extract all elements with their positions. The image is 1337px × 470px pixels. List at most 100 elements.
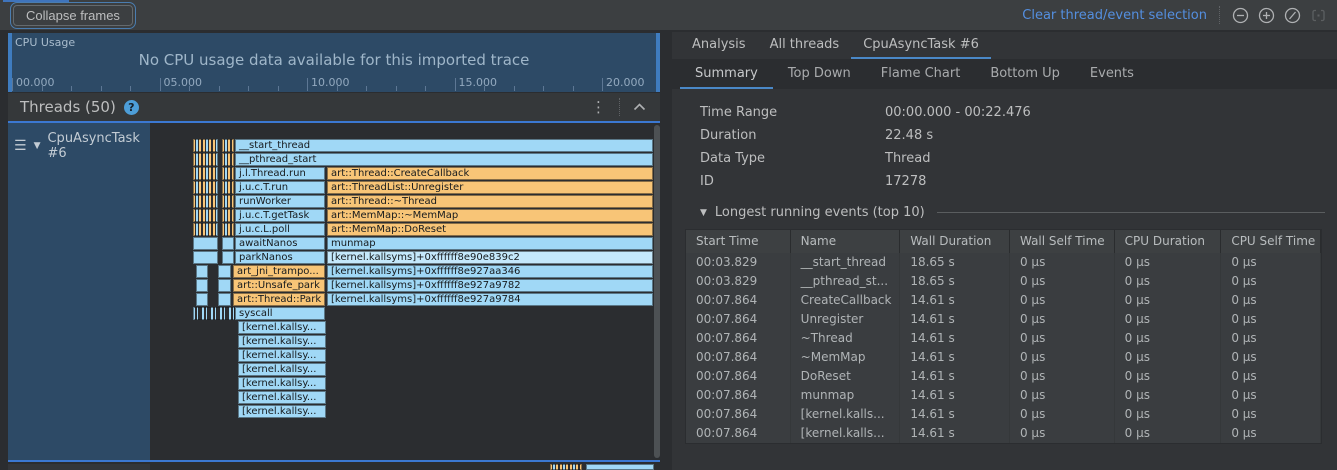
tab-summary[interactable]: Summary (680, 59, 773, 89)
tab-analysis[interactable]: Analysis (680, 32, 758, 59)
flame-segment[interactable]: art::Thread::CreateCallback (327, 167, 653, 180)
help-icon[interactable]: ? (124, 100, 139, 115)
flame-segment[interactable]: [kernel.kallsyms]+0xffffff8e927a9784 (327, 293, 653, 306)
flame-segment[interactable] (218, 279, 231, 292)
flame-segment[interactable]: __pthread_start (235, 153, 653, 166)
flame-segment[interactable] (222, 167, 234, 180)
flame-segment[interactable] (222, 209, 234, 222)
collapse-frames-button[interactable]: Collapse frames (13, 5, 133, 26)
flame-segment[interactable]: runWorker (235, 195, 325, 208)
reset-zoom-icon[interactable] (1284, 7, 1301, 24)
flame-segment[interactable]: awaitNanos (235, 237, 325, 250)
tab-top-down[interactable]: Top Down (773, 59, 866, 89)
tab-flame-chart[interactable]: Flame Chart (866, 59, 976, 89)
flame-segment[interactable]: [kernel.kallsy... (238, 391, 326, 404)
flame-segment[interactable] (193, 167, 218, 180)
flame-segment[interactable]: [kernel.kallsy... (238, 335, 326, 348)
table-column-header[interactable]: CPU Duration (1115, 230, 1222, 253)
table-row[interactable]: 00:07.864DoReset14.61 s0 µs0 µs0 µs (686, 367, 1321, 386)
table-row[interactable]: 00:07.864CreateCallback14.61 s0 µs0 µs0 … (686, 291, 1321, 310)
thread-label-panel[interactable]: ☰ ▼ CpuAsyncTask #6 (8, 123, 150, 460)
flame-segment[interactable] (222, 251, 234, 264)
tab-bottom-up[interactable]: Bottom Up (975, 59, 1075, 89)
flame-segment[interactable]: syscall (235, 307, 325, 320)
flame-segment[interactable]: art::Unsafe_park (233, 279, 325, 292)
section-collapse-icon[interactable]: ▼ (700, 208, 707, 218)
flame-segment[interactable] (222, 237, 234, 250)
flame-segment[interactable] (193, 251, 218, 264)
flame-segment[interactable]: __start_thread (235, 139, 653, 152)
flame-segment[interactable] (218, 265, 231, 278)
flame-segment[interactable] (222, 181, 234, 194)
flame-segment[interactable]: [kernel.kallsy... (238, 321, 326, 334)
flame-segment[interactable] (196, 265, 208, 278)
flame-segment[interactable]: art::ThreadList::Unregister (327, 181, 653, 194)
flame-segment[interactable]: art_jni_trampo... (233, 265, 325, 278)
flame-segment[interactable]: [kernel.kallsy... (238, 363, 326, 376)
flame-segment[interactable]: art::Thread::Park (233, 293, 325, 306)
timeline[interactable]: 00.00005.00010.00015.00020.000 (8, 74, 660, 92)
flame-segment[interactable] (193, 153, 218, 166)
flame-segment[interactable]: [kernel.kallsy... (238, 377, 326, 390)
flame-segment[interactable]: [kernel.kallsy... (238, 405, 326, 418)
flame-chart[interactable]: __start_thread__pthread_startj.l.Thread.… (152, 123, 660, 460)
flame-segment[interactable]: j.u.c.T.run (235, 181, 325, 194)
table-column-header[interactable]: Name (791, 230, 901, 253)
flame-segment[interactable] (193, 195, 218, 208)
flame-segment[interactable] (193, 307, 235, 320)
flame-segment[interactable] (193, 237, 218, 250)
flame-segment[interactable]: parkNanos (235, 251, 325, 264)
zoom-to-selection-icon[interactable] (1310, 7, 1327, 24)
flame-segment[interactable]: [kernel.kallsyms]+0xffffff8e927a9782 (327, 279, 653, 292)
table-row[interactable]: 00:07.864[kernel.kalls...14.61 s0 µs0 µs… (686, 405, 1321, 424)
flame-segment[interactable]: j.l.Thread.run (235, 167, 325, 180)
zoom-out-icon[interactable] (1232, 7, 1249, 24)
thread-expand-icon[interactable]: ▼ (34, 141, 41, 151)
tab-events[interactable]: Events (1075, 59, 1149, 89)
table-row[interactable]: 00:07.864Unregister14.61 s0 µs0 µs0 µs (686, 310, 1321, 329)
flame-segment[interactable]: j.u.c.L.poll (235, 223, 325, 236)
table-row[interactable]: 00:07.864munmap14.61 s0 µs0 µs0 µs (686, 386, 1321, 405)
table-column-header[interactable]: Start Time (686, 230, 791, 253)
flame-segment[interactable] (196, 293, 208, 306)
table-column-header[interactable]: CPU Self Time (1221, 230, 1321, 253)
threads-scrollbar[interactable] (654, 125, 660, 458)
table-row[interactable]: 00:07.864[kernel.kalls...14.61 s0 µs0 µs… (686, 424, 1321, 443)
flame-segment[interactable] (222, 223, 234, 236)
flame-segment[interactable]: art::MemMap::~MemMap (327, 209, 653, 222)
flame-segment[interactable]: [kernel.kallsy... (238, 349, 326, 362)
table-row[interactable]: 00:07.864~Thread14.61 s0 µs0 µs0 µs (686, 329, 1321, 348)
drag-handle-icon[interactable]: ☰ (14, 138, 27, 154)
collapse-chevron-icon[interactable] (633, 103, 646, 111)
flame-segment[interactable]: j.u.c.T.getTask (235, 209, 325, 222)
flame-segment[interactable] (196, 279, 208, 292)
table-column-header[interactable]: Wall Self Time (1010, 230, 1115, 253)
flame-segment[interactable]: art::Thread::~Thread (327, 195, 653, 208)
table-row[interactable]: 00:03.829__start_thread18.65 s0 µs0 µs0 … (686, 253, 1321, 272)
kebab-menu-icon[interactable]: ⋮ (591, 98, 606, 116)
flame-segment[interactable] (193, 181, 218, 194)
flame-segment[interactable] (222, 195, 234, 208)
table-row[interactable]: 00:03.829__pthread_st...18.65 s0 µs0 µs0… (686, 272, 1321, 291)
flame-segment[interactable]: [kernel.kallsyms]+0xffffff8e90e839c2 (327, 251, 653, 264)
table-column-header[interactable]: Wall Duration (900, 230, 1010, 253)
flame-segment[interactable]: art::MemMap::DoReset (327, 223, 653, 236)
flame-segment[interactable] (193, 223, 218, 236)
table-row[interactable]: 00:07.864~MemMap14.61 s0 µs0 µs0 µs (686, 348, 1321, 367)
flame-segment[interactable]: [kernel.kallsyms]+0xffffff8e927aa346 (327, 265, 653, 278)
zoom-in-icon[interactable] (1258, 7, 1275, 24)
longest-events-section-header[interactable]: ▼ Longest running events (top 10) (700, 205, 1325, 220)
tab-all-threads[interactable]: All threads (758, 32, 852, 59)
flame-segment[interactable] (193, 209, 218, 222)
clear-selection-link[interactable]: Clear thread/event selection (1022, 8, 1207, 23)
flame-segment[interactable] (222, 139, 234, 152)
timeline-tick (602, 78, 603, 91)
summary-field-time-range: Time Range 00:00.000 - 00:22.476 (700, 101, 1337, 124)
cpu-usage-panel[interactable]: CPU Usage No CPU usage data available fo… (8, 33, 660, 92)
tab-cpuasynctask[interactable]: CpuAsyncTask #6 (851, 32, 991, 59)
flame-segment[interactable] (222, 153, 234, 166)
flame-segment[interactable]: munmap (327, 237, 653, 250)
flame-segment[interactable] (193, 139, 218, 152)
flame-segment[interactable] (218, 293, 231, 306)
table-cell: __pthread_st... (791, 272, 901, 291)
